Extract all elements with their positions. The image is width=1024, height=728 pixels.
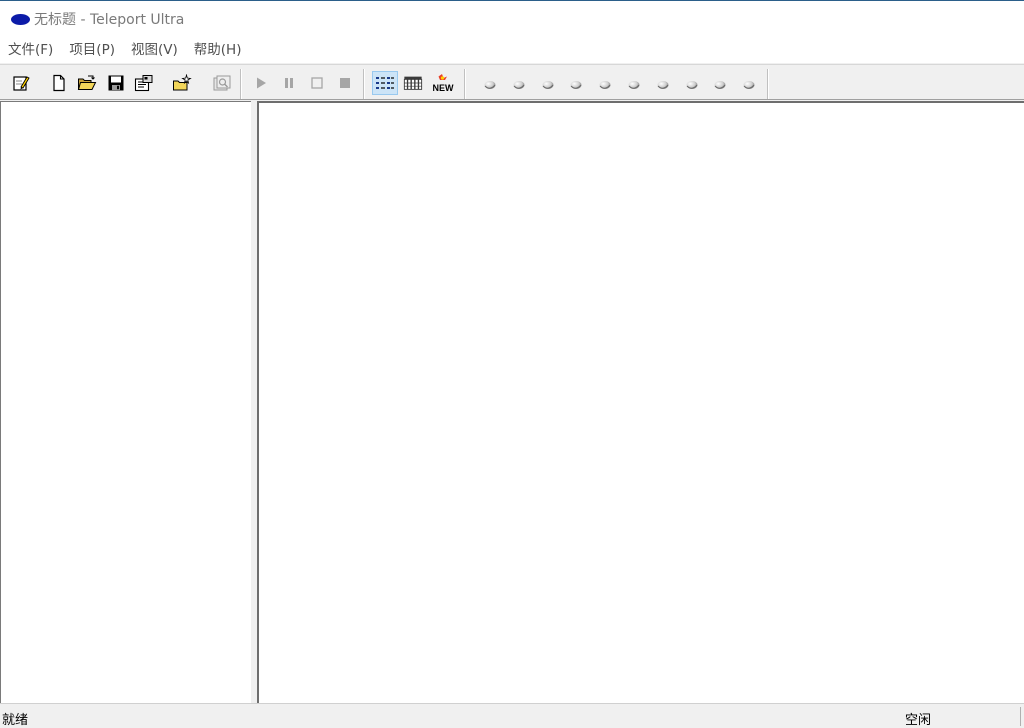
thread-indicator — [739, 74, 759, 94]
window-title: 无标题 - Teleport Ultra — [34, 12, 185, 28]
thread-indicator — [653, 74, 673, 94]
start-button[interactable] — [251, 73, 271, 93]
menu-bar: 文件(F) 项目(P) 视图(V) 帮助(H) — [0, 37, 1024, 63]
status-divider — [1020, 707, 1021, 726]
thread-lamp-icon — [743, 81, 755, 89]
thread-indicator — [682, 74, 702, 94]
toolbar-separator — [767, 69, 769, 99]
content-list-pane[interactable] — [257, 101, 1024, 703]
thread-indicator — [538, 74, 558, 94]
new-document-button[interactable] — [49, 73, 69, 93]
open-button[interactable] — [77, 73, 97, 93]
pause-icon — [285, 78, 293, 88]
grid-view-icon — [403, 76, 423, 90]
thread-indicator — [480, 74, 500, 94]
app-window: 无标题 - Teleport Ultra 文件(F) 项目(P) 视图(V) 帮… — [0, 0, 1024, 728]
new-items-label: NEW — [433, 83, 455, 93]
stop-all-button[interactable] — [335, 73, 355, 93]
new-document-icon — [53, 74, 65, 92]
new-items-button[interactable]: NEW — [431, 73, 455, 93]
grid-view-button[interactable] — [403, 73, 423, 93]
status-bar: 就绪 空闲 — [0, 703, 1024, 728]
menu-file[interactable]: 文件(F) — [0, 37, 61, 63]
project-tree-pane[interactable] — [0, 101, 251, 703]
thread-indicator — [509, 74, 529, 94]
toolbar-separator — [363, 69, 365, 99]
new-folder-button[interactable] — [172, 73, 192, 93]
thread-lamp-icon — [657, 81, 669, 89]
thread-indicator — [595, 74, 615, 94]
new-wizard-icon — [13, 76, 30, 91]
new-folder-icon — [173, 74, 192, 91]
browse-button[interactable] — [212, 73, 232, 93]
thread-indicator — [566, 74, 586, 94]
thread-lamp-icon — [628, 81, 640, 89]
menu-project[interactable]: 项目(P) — [61, 37, 123, 63]
toolbar: NEW — [0, 64, 1024, 100]
new-wizard-button[interactable] — [11, 73, 31, 93]
play-icon — [257, 77, 266, 89]
menu-help[interactable]: 帮助(H) — [186, 37, 250, 63]
thread-lamp-icon — [686, 81, 698, 89]
open-folder-icon — [77, 75, 97, 90]
save-button[interactable] — [106, 73, 126, 93]
stop-button[interactable] — [307, 73, 327, 93]
thread-lamp-icon — [570, 81, 582, 89]
new-items-icon: NEW — [433, 74, 455, 93]
toolbar-separator — [464, 69, 466, 99]
browse-disabled-icon — [213, 75, 231, 91]
menu-view[interactable]: 视图(V) — [123, 37, 186, 63]
thread-lamp-icon — [513, 81, 525, 89]
properties-button[interactable] — [134, 73, 154, 93]
pause-button[interactable] — [279, 73, 299, 93]
thread-lamp-icon — [714, 81, 726, 89]
thread-lamp-icon — [542, 81, 554, 89]
thread-lamp-icon — [599, 81, 611, 89]
list-view-icon — [376, 77, 394, 89]
toolbar-separator — [240, 69, 242, 99]
properties-icon — [134, 75, 153, 92]
save-icon — [108, 75, 124, 91]
thread-indicator — [710, 74, 730, 94]
thread-lamp-icon — [484, 81, 496, 89]
thread-indicator — [624, 74, 644, 94]
status-state: 空闲 — [905, 713, 932, 728]
teleport-logo-icon — [10, 13, 30, 25]
stop-all-icon — [340, 78, 350, 88]
stop-icon — [311, 77, 323, 89]
list-view-button[interactable] — [372, 71, 398, 95]
status-message: 就绪 — [2, 713, 29, 728]
title-bar[interactable]: 无标题 - Teleport Ultra — [0, 1, 1024, 37]
